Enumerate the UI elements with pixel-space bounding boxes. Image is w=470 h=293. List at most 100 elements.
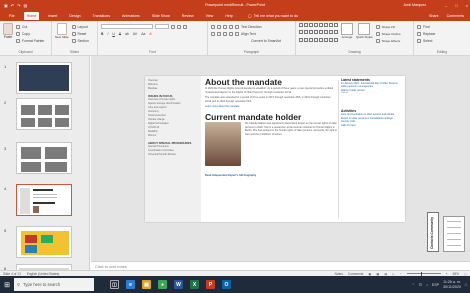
- replace-button[interactable]: Replace: [423, 32, 435, 36]
- zoom-slider[interactable]: [406, 271, 441, 276]
- quick-styles-button[interactable]: Quick Styles: [356, 35, 373, 39]
- new-slide-button[interactable]: New Slide: [55, 35, 69, 39]
- arrange-icon[interactable]: [341, 23, 353, 35]
- quick-styles-icon[interactable]: [358, 23, 371, 35]
- excel-icon[interactable]: X: [190, 280, 199, 289]
- layout-button[interactable]: Layout: [78, 25, 88, 29]
- underline-icon[interactable]: U: [112, 32, 114, 36]
- fit-slide-icon[interactable]: ▢: [464, 272, 467, 276]
- maximize-button[interactable]: □: [455, 3, 457, 8]
- tab-design[interactable]: Design: [66, 12, 83, 20]
- find-button[interactable]: Find: [423, 25, 430, 29]
- select-button[interactable]: Select: [423, 39, 432, 43]
- volume-icon[interactable]: ♪: [426, 283, 428, 287]
- slideshow-icon[interactable]: ▷: [392, 272, 394, 276]
- align-center-icon[interactable]: [217, 31, 221, 36]
- zoom-out-button[interactable]: −: [400, 272, 402, 276]
- outlook-icon[interactable]: O: [222, 280, 231, 289]
- strikethrough-icon[interactable]: S: [119, 32, 121, 36]
- slide-sorter-icon[interactable]: ▦: [376, 272, 379, 276]
- shape-outline-button[interactable]: Shape Outline: [382, 32, 401, 36]
- change-case-icon[interactable]: Aa: [141, 32, 145, 36]
- tab-home[interactable]: Home: [23, 11, 40, 20]
- line-spacing-icon[interactable]: [235, 24, 239, 29]
- font-color-icon[interactable]: A: [149, 32, 151, 36]
- columns-icon[interactable]: [235, 31, 239, 36]
- edge-icon[interactable]: e: [126, 280, 135, 289]
- comments-button[interactable]: Comments: [447, 14, 464, 18]
- shadow-icon[interactable]: ab: [125, 32, 129, 36]
- tab-animations[interactable]: Animations: [119, 12, 143, 20]
- cut-button[interactable]: Cut: [22, 25, 27, 29]
- clock[interactable]: 11:26 a. m. 30/11/2020: [443, 280, 461, 288]
- italic-icon[interactable]: I: [107, 32, 108, 36]
- format-painter-button[interactable]: Format Painter: [22, 39, 44, 43]
- zoom-in-button[interactable]: +: [446, 272, 448, 276]
- tab-file[interactable]: File: [6, 12, 18, 20]
- shape-fill-button[interactable]: Shape Fill: [382, 25, 395, 29]
- tell-me-search[interactable]: ◯ Tell me what you want to do: [248, 14, 298, 18]
- notes-toggle-button[interactable]: Notes: [335, 272, 343, 276]
- powerpoint-icon[interactable]: P: [206, 280, 215, 289]
- shape-effects-button[interactable]: Shape Effects: [382, 39, 401, 43]
- new-slide-icon[interactable]: [56, 23, 67, 35]
- current-slide[interactable]: Overview Welcome Mandate ISSUES IN FOCUS…: [145, 76, 405, 222]
- numbering-icon[interactable]: [217, 24, 221, 29]
- copy-button[interactable]: Copy: [22, 32, 30, 36]
- network-icon[interactable]: ☷: [419, 283, 422, 287]
- bullets-icon[interactable]: [211, 24, 215, 29]
- font-family-select[interactable]: [101, 24, 153, 29]
- paste-button[interactable]: Paste: [4, 35, 12, 39]
- task-view-icon[interactable]: ◫: [110, 280, 119, 289]
- paste-icon[interactable]: [3, 23, 13, 35]
- slide-thumbnail-3[interactable]: [16, 142, 72, 174]
- slide-thumbnails-pane[interactable]: 1 2 3 4 5 6: [0, 56, 90, 270]
- tab-review[interactable]: Review: [179, 12, 197, 20]
- char-spacing-icon[interactable]: AV: [133, 32, 137, 36]
- notifications-icon[interactable]: □: [465, 283, 467, 287]
- zoom-level[interactable]: 65%: [453, 272, 459, 276]
- slide-thumbnail-2[interactable]: [16, 98, 72, 130]
- file-explorer-icon[interactable]: ▤: [142, 280, 151, 289]
- grow-font-icon[interactable]: [171, 24, 175, 29]
- section-button[interactable]: Section: [78, 39, 89, 43]
- text-direction-button[interactable]: Text Direction: [241, 25, 262, 29]
- word-icon[interactable]: W: [174, 280, 183, 289]
- tab-help[interactable]: Help: [222, 12, 235, 20]
- align-right-icon[interactable]: [223, 31, 227, 36]
- tab-insert[interactable]: Insert: [45, 12, 60, 20]
- increase-indent-icon[interactable]: [229, 24, 233, 29]
- windows-start-icon[interactable]: ⊞: [0, 276, 14, 293]
- shapes-gallery[interactable]: [299, 23, 338, 44]
- vertical-text-box[interactable]: Contacts Community: [427, 212, 439, 252]
- reading-view-icon[interactable]: ▤: [384, 272, 387, 276]
- close-button[interactable]: ×: [466, 3, 468, 8]
- chrome-icon[interactable]: ●: [158, 280, 167, 289]
- notes-pane[interactable]: Click to add notes: [91, 261, 470, 270]
- tab-view[interactable]: View: [203, 12, 217, 20]
- minimize-button[interactable]: –: [445, 3, 447, 8]
- slide-thumbnail-4[interactable]: [16, 184, 72, 216]
- tab-slide-show[interactable]: Slide Show: [149, 12, 173, 20]
- shrink-font-icon[interactable]: [177, 24, 181, 29]
- zoom-slider-thumb[interactable]: [420, 271, 423, 276]
- clear-formatting-icon[interactable]: [183, 24, 187, 29]
- decrease-indent-icon[interactable]: [223, 24, 227, 29]
- language-indicator-tray[interactable]: ESP: [432, 283, 439, 287]
- chevron-up-icon[interactable]: ⌃: [412, 283, 415, 287]
- align-text-button[interactable]: Align Text: [241, 32, 256, 36]
- user-name[interactable]: Jordi Marquez: [403, 3, 426, 7]
- off-slide-shape[interactable]: [443, 216, 465, 252]
- arrange-button[interactable]: Arrange: [342, 35, 353, 39]
- language-indicator[interactable]: English (United States): [27, 272, 60, 276]
- smartart-button[interactable]: Convert to SmartArt: [251, 39, 281, 43]
- normal-view-icon[interactable]: ▣: [368, 272, 371, 276]
- slide-editing-area[interactable]: Overview Welcome Mandate ISSUES IN FOCUS…: [91, 56, 470, 261]
- slide-thumbnail-5[interactable]: [16, 226, 72, 258]
- taskbar-search-box[interactable]: ⚲ Type here to search: [14, 278, 94, 291]
- slide-thumbnail-1[interactable]: [16, 62, 72, 94]
- bold-icon[interactable]: B: [101, 32, 103, 36]
- align-left-icon[interactable]: [211, 31, 215, 36]
- share-button[interactable]: Share: [429, 14, 439, 18]
- tab-transitions[interactable]: Transitions: [90, 12, 113, 20]
